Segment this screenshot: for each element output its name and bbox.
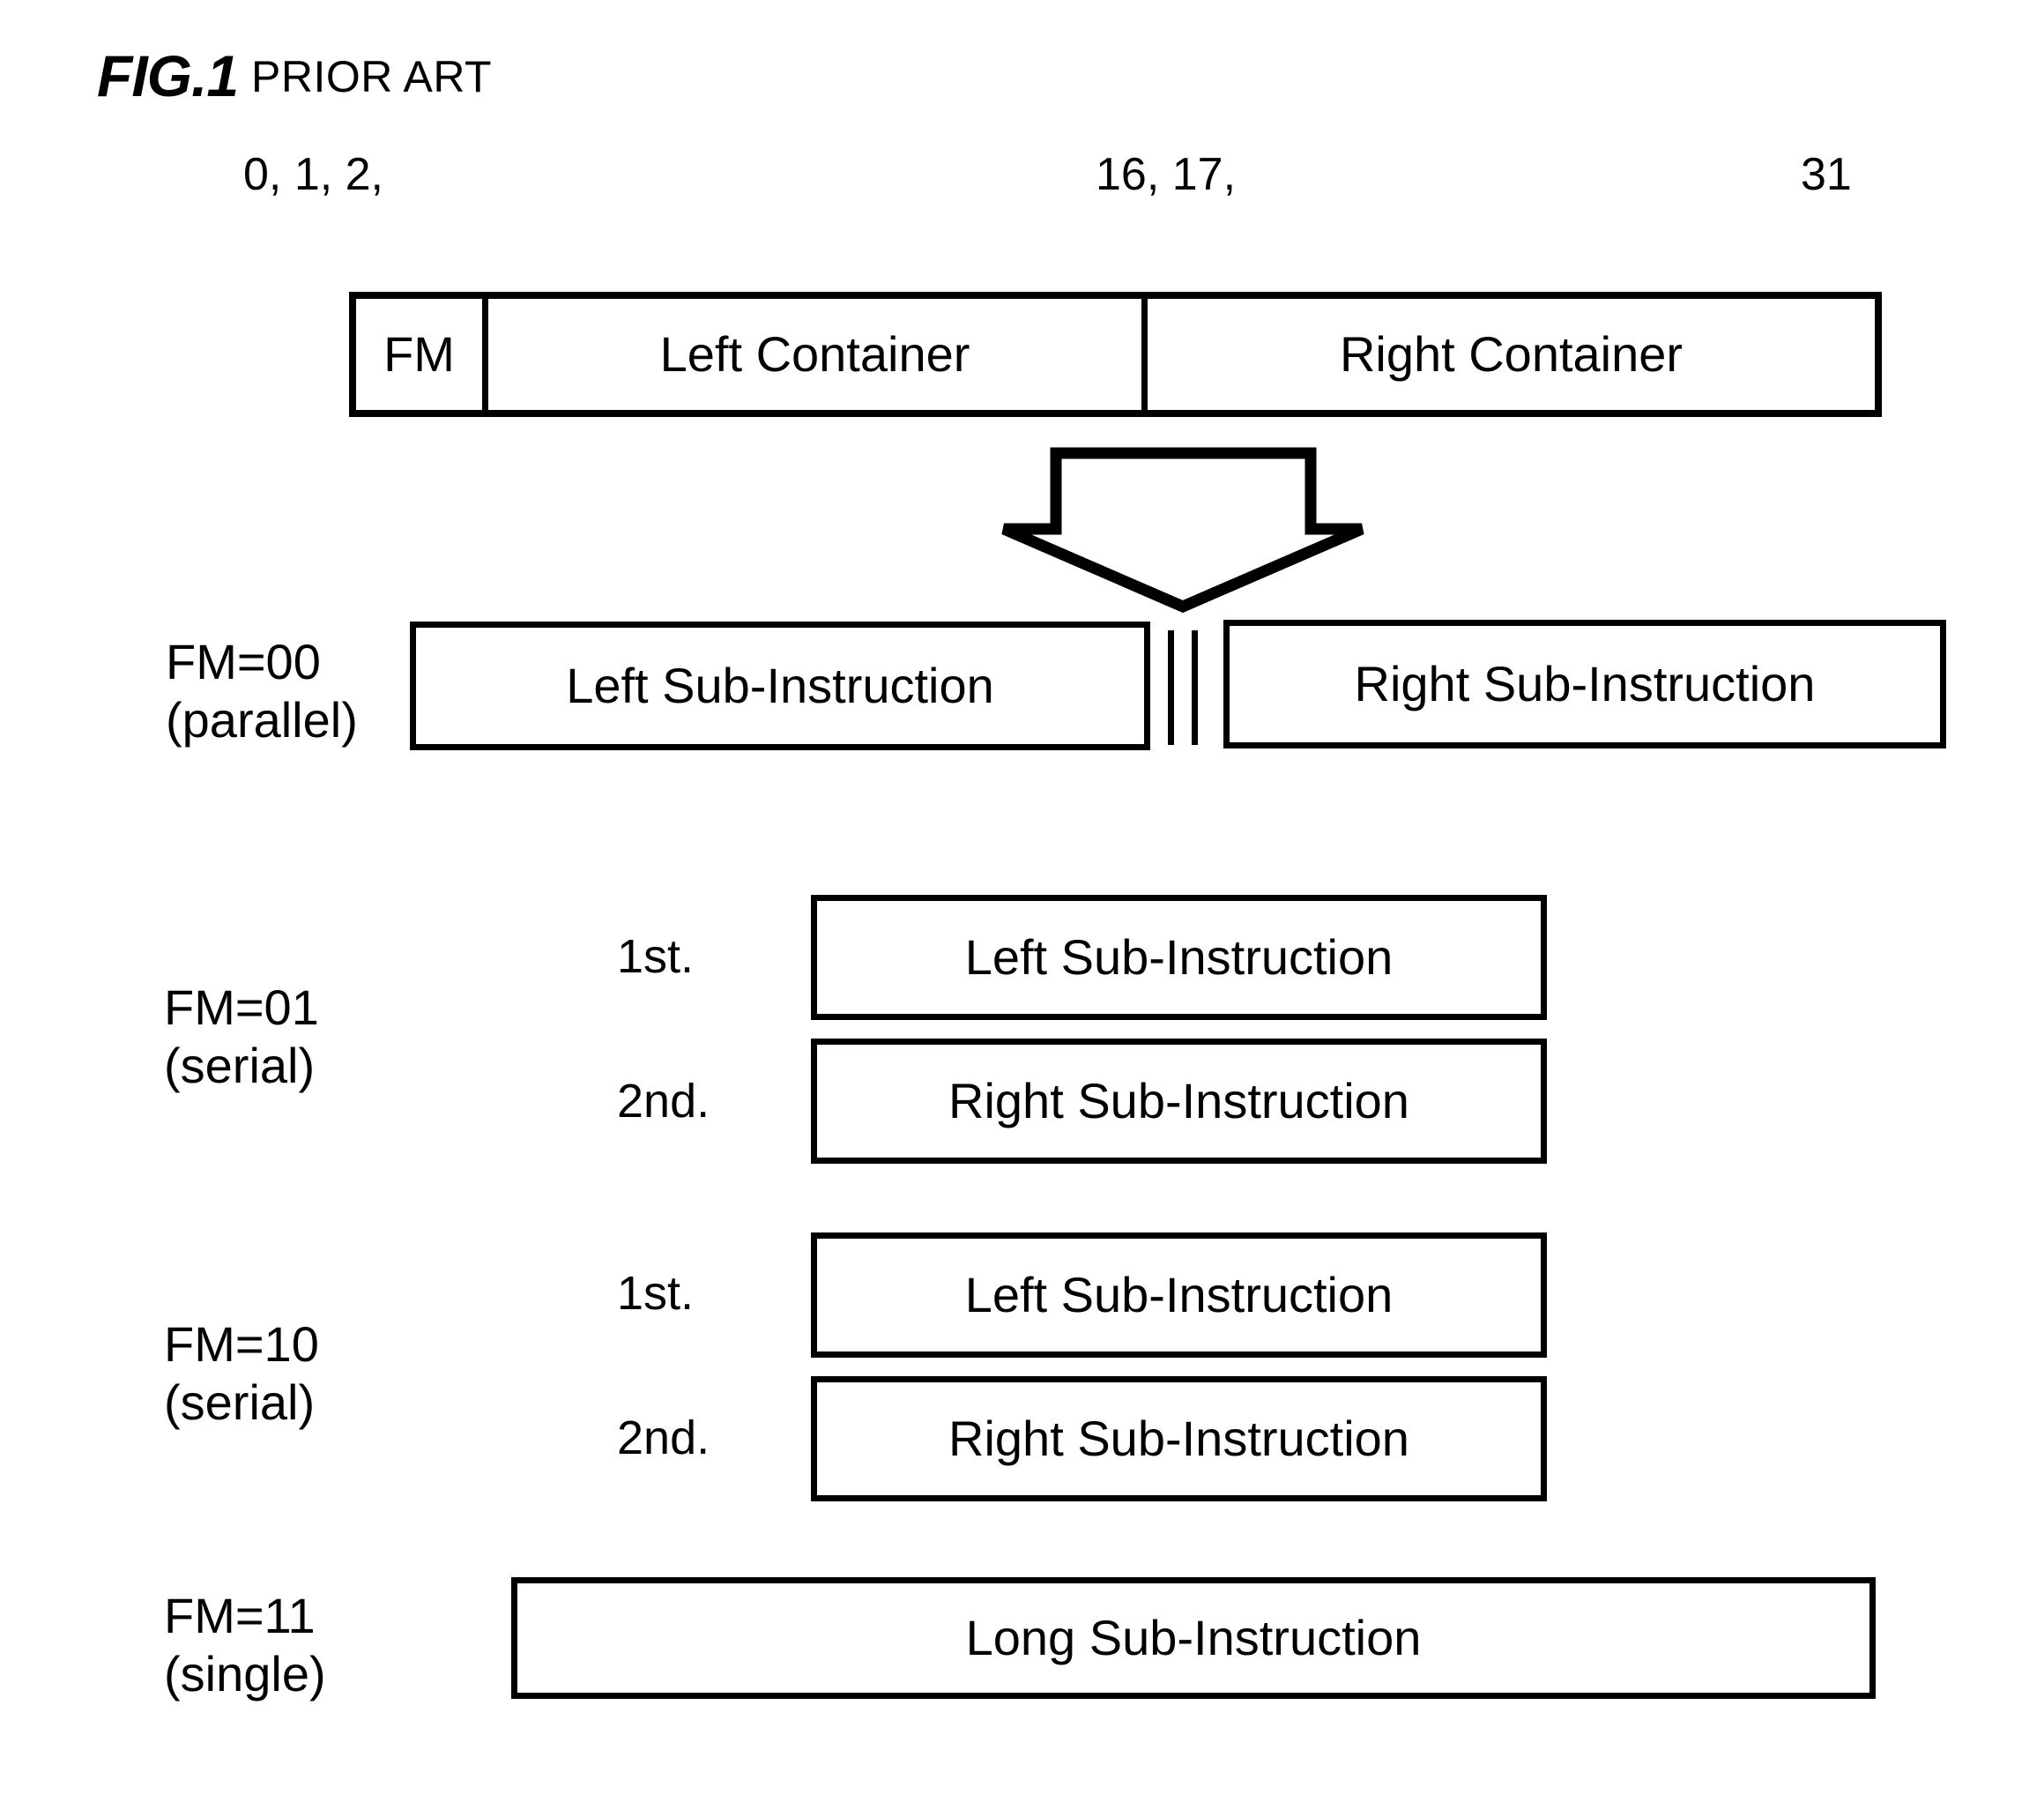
format-label-fm01: FM=01 (serial) [164,979,319,1094]
format-label-fm11: FM=11 (single) [164,1587,326,1702]
fm10-second-sub-instruction-box: Right Sub-Instruction [811,1376,1547,1501]
bit-label-low: 0, 1, 2, [243,149,383,200]
figure-prior-art-label: PRIOR ART [251,52,493,101]
bit-label-mid: 16, 17, [1096,149,1237,200]
format-code-fm11: FM=11 [164,1588,316,1643]
format-mode-fm11: (single) [164,1645,326,1701]
fm10-second-sub-instruction-label: Right Sub-Instruction [948,1411,1409,1466]
figure-canvas: FIG.1 PRIOR ART 0, 1, 2, 16, 17, 31 FM L… [0,0,2044,1802]
figure-number: FIG.1 [97,43,239,108]
format-code-fm10: FM=10 [164,1316,319,1372]
format-code-fm00: FM=00 [166,634,321,689]
fm01-first-sub-instruction-label: Left Sub-Instruction [964,929,1394,985]
format-code-fm01: FM=01 [164,979,319,1035]
format-mode-fm01: (serial) [164,1037,316,1093]
field-right-container: Right Container [1148,299,1875,410]
fm01-first-ordinal: 1st. [617,930,695,983]
fm01-second-sub-instruction-label: Right Sub-Instruction [948,1073,1409,1128]
instruction-word-box: FM Left Container Right Container [349,292,1882,417]
fm11-long-sub-instruction-box: Long Sub-Instruction [511,1577,1876,1699]
fm01-second-ordinal: 2nd. [617,1075,710,1128]
field-right-container-label: Right Container [1339,326,1684,382]
format-mode-fm10: (serial) [164,1374,316,1430]
field-left-container-label: Left Container [659,326,970,382]
parallel-bar-2 [1192,630,1198,745]
field-fm: FM [356,299,488,410]
fm00-right-sub-instruction-box: Right Sub-Instruction [1223,620,1946,748]
parallel-separator-icon [1165,630,1204,745]
parallel-bar-1 [1168,630,1174,745]
fm01-first-sub-instruction-box: Left Sub-Instruction [811,895,1547,1020]
fm10-second-ordinal: 2nd. [617,1411,710,1464]
fm11-long-sub-instruction-label: Long Sub-Instruction [965,1610,1422,1665]
fm01-second-sub-instruction-box: Right Sub-Instruction [811,1039,1547,1164]
format-label-fm10: FM=10 (serial) [164,1315,319,1431]
fm00-right-sub-instruction-label: Right Sub-Instruction [1354,656,1816,711]
field-left-container: Left Container [488,299,1148,410]
format-mode-fm00: (parallel) [166,691,358,748]
fm10-first-ordinal: 1st. [617,1267,695,1320]
field-fm-label: FM [383,326,455,382]
fm00-left-sub-instruction-label: Left Sub-Instruction [566,658,994,713]
fm00-left-sub-instruction-box: Left Sub-Instruction [410,622,1150,750]
format-label-fm00: FM=00 (parallel) [166,633,358,748]
bit-label-high: 31 [1801,149,1852,200]
fm10-first-sub-instruction-box: Left Sub-Instruction [811,1232,1547,1358]
fm10-first-sub-instruction-label: Left Sub-Instruction [964,1267,1394,1322]
down-block-arrow-icon [1001,447,1364,614]
